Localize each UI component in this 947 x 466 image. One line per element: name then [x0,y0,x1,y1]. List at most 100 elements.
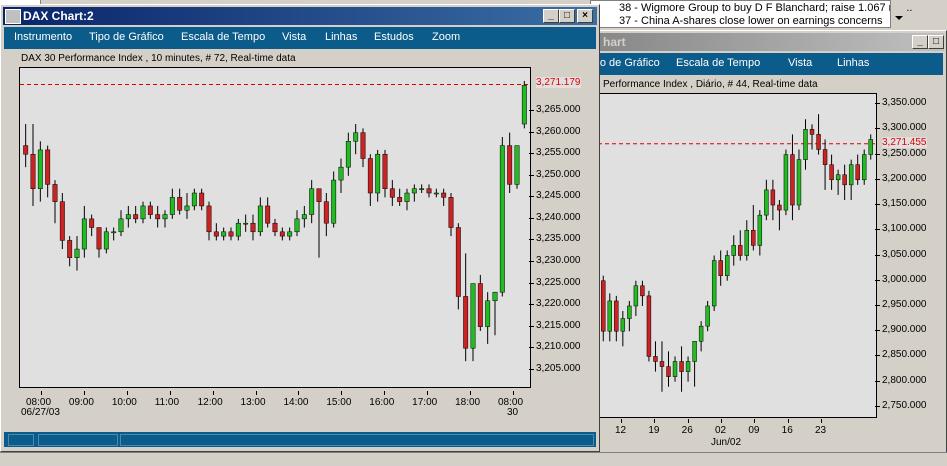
candle [455,223,461,310]
x-tick-mark [513,391,514,395]
candle [411,184,417,202]
x-tick-label: 09 [748,425,760,436]
title-bar[interactable]: DAX Chart:2 _ □ × [3,7,597,25]
background-strip [0,452,947,466]
maximize-button[interactable]: □ [559,9,575,23]
candle [30,124,36,206]
candle [692,341,697,387]
y-tick-mark [529,153,534,155]
y-tick-label: 3,205.000 [536,362,581,374]
x-tick-label: 19 [648,425,660,436]
candle-body [265,205,271,224]
intraday-time-axis: 08:00 09:00 10:00 11:00 12:00 13:00 14:00 15:00… [19,391,529,421]
menu-lines[interactable]: Linhas [837,57,869,69]
horizontal-scrollbar[interactable] [120,434,594,446]
y-tick-label: 3,235.000 [536,233,581,245]
candle [199,188,205,211]
menu-lines[interactable]: Linhas [325,31,357,43]
menu-studies[interactable]: Estudos [374,31,414,43]
y-tick-label: 3,000.000 [882,273,927,285]
candle [829,154,834,190]
candle [607,293,612,342]
candle-body [862,154,867,181]
daily-chart-window: hart _ □ Tipo de Gráfico Escala de Tempo… [548,30,947,466]
candle [433,188,439,198]
x-tick-mark [787,419,789,423]
candle [764,179,769,221]
candle-body [659,361,665,367]
menu-chart-type[interactable]: Tipo de Gráfico [89,31,164,43]
candle [191,188,197,211]
candle-body [607,300,612,332]
candle-body [738,245,743,256]
daily-candlestick-chart [598,114,876,392]
candle [470,283,476,362]
candle [243,214,249,232]
candle [477,274,483,331]
candle-body [382,153,388,189]
candle-body [698,325,704,342]
candle [783,149,789,216]
candle [862,149,867,185]
candle-body [272,222,278,233]
intraday-plot-area[interactable] [19,67,531,388]
scroll-down-icon[interactable] [895,16,903,20]
minimize-button[interactable]: _ [912,35,928,49]
y-tick-label: 2,750.000 [882,399,927,411]
x-tick-label: 12:00 [197,397,223,408]
candle-body [323,201,329,224]
candle [147,201,153,219]
candle [118,210,124,237]
menu-view[interactable]: Vista [788,57,812,69]
y-tick-mark [875,254,880,256]
candle [855,154,860,185]
minimize-button[interactable]: _ [543,9,559,23]
menu-time-scale[interactable]: Escala de Tempo [676,57,760,69]
x-tick-mark [687,419,689,423]
candle [206,201,212,241]
y-tick-label: 3,225.000 [536,276,581,288]
candle-body [279,231,285,237]
candle-body [653,356,658,362]
candle-body [705,305,710,327]
candle-body [316,188,322,202]
day-label: 30 [507,407,519,418]
candle-body [199,192,205,207]
candle [441,188,447,206]
candle [184,193,190,219]
daily-plot-area[interactable] [597,93,877,418]
app-icon[interactable] [5,9,21,24]
candle [499,136,505,297]
candle-body [287,231,293,237]
candle [404,188,410,211]
menu-zoom[interactable]: Zoom [432,31,460,43]
news-item[interactable]: 38 - Wigmore Group to buy D F Blanchard;… [619,2,912,14]
candle [725,250,730,281]
candle [744,220,749,261]
news-scrollbar[interactable] [890,0,907,28]
y-tick-mark [529,347,534,349]
candle [698,321,704,352]
title-bar[interactable]: hart _ □ [551,33,944,51]
close-button[interactable]: × [577,9,593,23]
menu-time-scale[interactable]: Escala de Tempo [181,31,265,43]
menu-view[interactable]: Vista [282,31,306,43]
reference-price-label: 3,271.455 [882,136,927,148]
candle [96,227,102,258]
y-tick-label: 3,300.000 [882,122,927,134]
candle-body [103,231,109,250]
x-tick-label: 23 [815,425,827,436]
candle-body [744,230,749,256]
maximize-button[interactable]: □ [928,35,944,49]
candle-body [790,154,795,206]
date-label: 06/27/03 [21,407,60,418]
candle-body [672,361,678,377]
news-item[interactable]: 37 - China A-shares close lower on earni… [619,15,883,27]
candle-body [191,192,197,207]
menu-instrument[interactable]: Instrumento [14,31,72,43]
candle-body [367,158,373,194]
candle-body [796,159,802,206]
candle-body [848,164,854,186]
x-tick-mark [654,419,656,423]
candle-body [441,192,447,198]
